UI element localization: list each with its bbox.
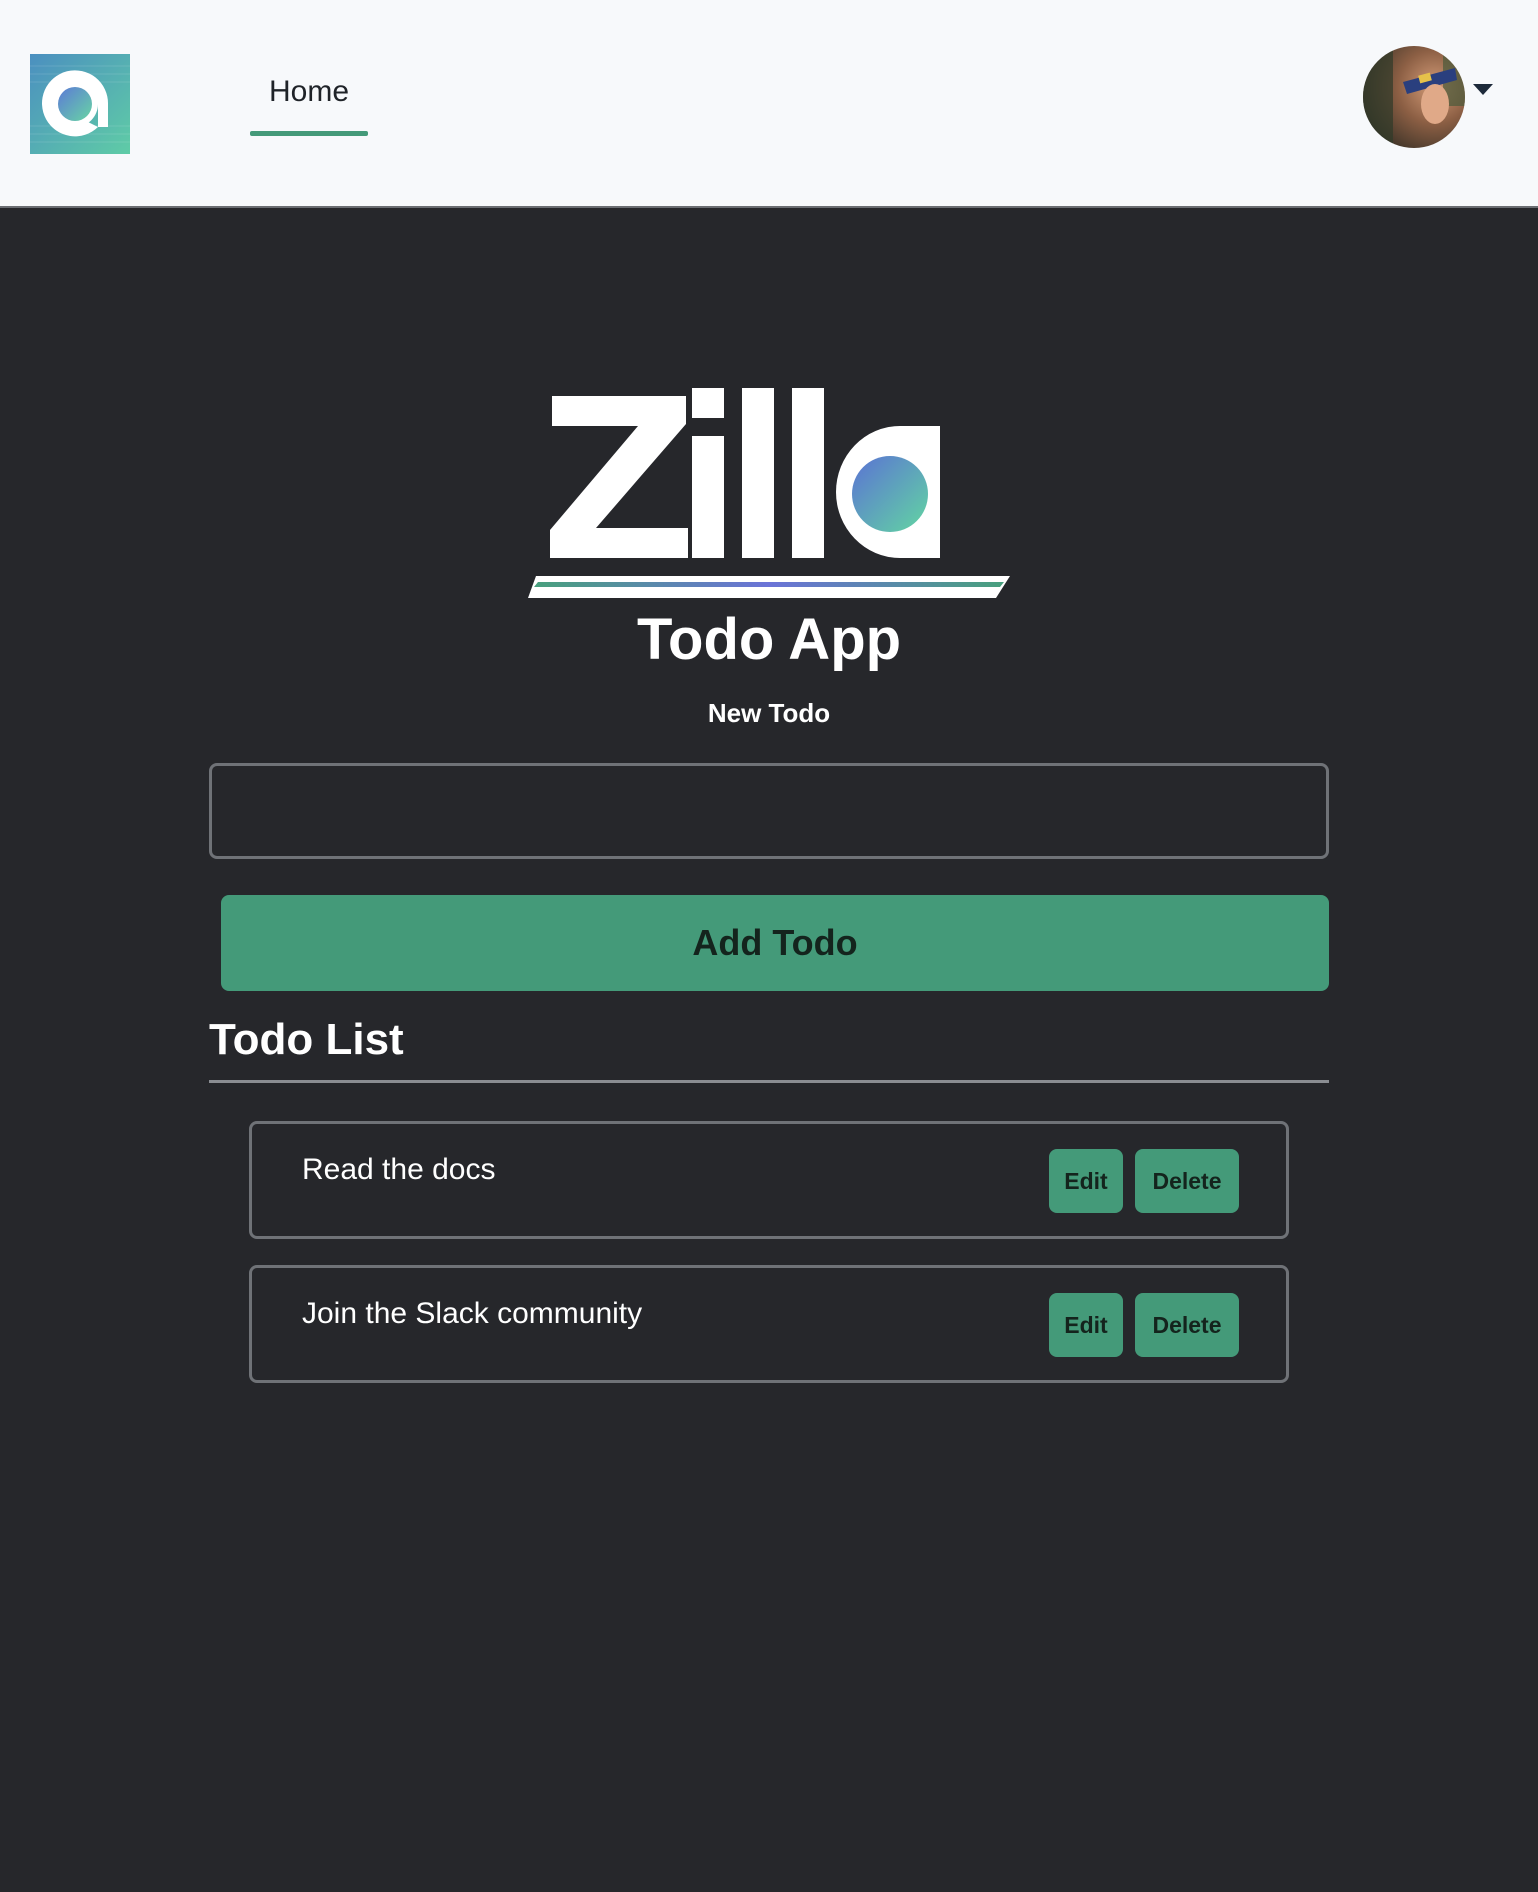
nav-active-indicator xyxy=(250,131,368,136)
app-title: Todo App xyxy=(636,607,902,672)
todo-item: Read the docs Edit Delete xyxy=(249,1121,1289,1239)
nav-home-label: Home xyxy=(268,75,350,108)
delete-button[interactable]: Delete xyxy=(1135,1149,1239,1213)
zilla-logo xyxy=(528,388,1010,598)
edit-button[interactable]: Edit xyxy=(1049,1149,1123,1213)
user-avatar[interactable] xyxy=(1363,46,1465,148)
brand-logo-icon[interactable] xyxy=(30,54,130,154)
todo-list-divider xyxy=(209,1080,1329,1083)
add-todo-button[interactable]: Add Todo xyxy=(221,895,1329,991)
main-content: Todo App New Todo Add Todo Todo List Rea… xyxy=(0,210,1538,1892)
todo-list-heading: Todo List xyxy=(209,1015,404,1064)
delete-button[interactable]: Delete xyxy=(1135,1293,1239,1357)
new-todo-label: New Todo xyxy=(707,698,831,728)
nav-home-link[interactable]: Home xyxy=(250,60,368,136)
edit-button[interactable]: Edit xyxy=(1049,1293,1123,1357)
caret-down-icon[interactable] xyxy=(1473,84,1493,95)
todo-item-text: Join the Slack community xyxy=(302,1297,643,1330)
new-todo-input[interactable] xyxy=(209,763,1329,859)
todo-item: Join the Slack community Edit Delete xyxy=(249,1265,1289,1383)
top-navbar: Home xyxy=(0,0,1538,208)
todo-item-text: Read the docs xyxy=(302,1153,496,1186)
